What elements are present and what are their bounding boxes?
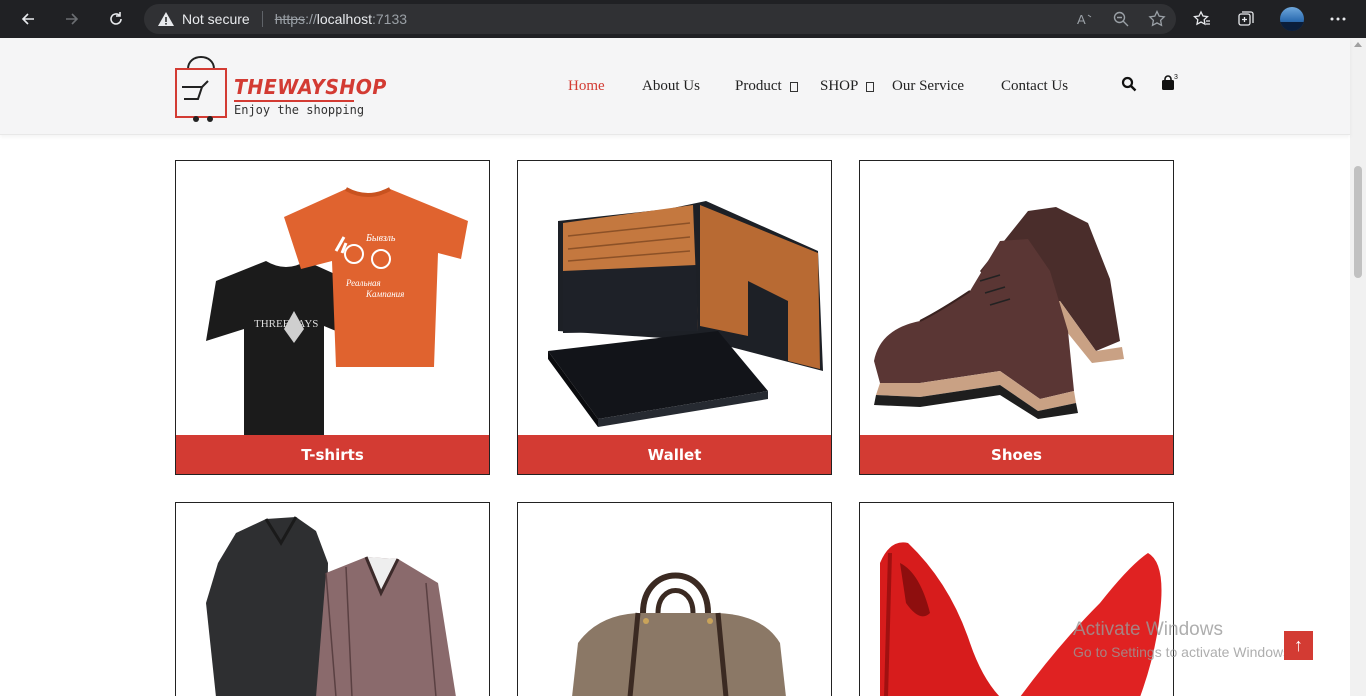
category-card-wallet[interactable]: Wallet — [517, 160, 832, 475]
category-card-shoes[interactable]: Shoes — [859, 160, 1174, 475]
category-card-tshirts[interactable]: THREEDAYS Бывзль Реальная Кампания T-shi… — [175, 160, 490, 475]
site-logo[interactable]: THEWAYSHOP Enjoy the shopping — [174, 49, 386, 125]
arrow-left-icon — [21, 13, 34, 25]
zoom-out-icon[interactable] — [1112, 10, 1130, 28]
wallet-icon — [548, 201, 823, 427]
nav-contact-us[interactable]: Contact Us — [1001, 78, 1068, 95]
url-scheme: https — [274, 11, 306, 27]
shirt-icon — [206, 516, 456, 696]
watermark-subtitle: Go to Settings to activate Windows. — [1073, 644, 1294, 660]
watermark-title: Activate Windows — [1073, 619, 1223, 640]
dropdown-caret-icon — [866, 81, 875, 92]
svg-text:Бывзль: Бывзль — [365, 233, 396, 244]
category-label[interactable]: Wallet — [518, 435, 831, 474]
nav-our-service[interactable]: Our Service — [892, 78, 964, 95]
tshirts-image: THREEDAYS Бывзль Реальная Кампания — [176, 161, 489, 435]
category-card-bags[interactable] — [517, 502, 832, 696]
arrow-up-icon: ↑ — [1294, 635, 1303, 655]
address-bar[interactable]: Not secure https://localhost:7133 A — [144, 4, 1176, 34]
url-sep: :// — [305, 11, 317, 27]
arrow-right-icon — [66, 13, 79, 25]
logo-text: THEWAYSHOP Enjoy the shopping — [234, 75, 395, 117]
nav-shop[interactable]: SHOP — [820, 78, 875, 95]
bag-image — [518, 503, 831, 696]
shirts-image — [176, 503, 489, 696]
shoes-icon — [874, 207, 1124, 419]
search-icon[interactable] — [1121, 76, 1137, 92]
cart-count-badge: 3 — [1174, 74, 1178, 81]
svg-text:A: A — [1077, 12, 1086, 27]
svg-text:Кампания: Кампания — [365, 289, 404, 299]
favorites-icon[interactable] — [1193, 10, 1211, 28]
favorite-add-icon[interactable] — [1148, 10, 1166, 28]
shopping-bag-logo-icon — [175, 56, 227, 122]
site-header: THEWAYSHOP Enjoy the shopping Home About… — [0, 38, 1350, 135]
wallet-image — [518, 161, 831, 435]
handbag-icon — [572, 572, 786, 696]
back-button[interactable] — [14, 5, 42, 33]
shoes-image — [860, 161, 1173, 435]
profile-avatar[interactable] — [1280, 7, 1304, 31]
category-label[interactable]: T-shirts — [176, 435, 489, 474]
browser-toolbar: Not secure https://localhost:7133 A — [0, 0, 1366, 38]
warning-icon — [158, 12, 174, 26]
nav-shop-label: SHOP — [820, 78, 859, 94]
windows-activation-watermark: Activate Windows Go to Settings to activ… — [1073, 619, 1294, 660]
forward-button[interactable] — [58, 5, 86, 33]
nav-product[interactable]: Product — [735, 78, 798, 95]
more-options-icon[interactable] — [1329, 10, 1347, 28]
page-scrollbar[interactable] — [1350, 38, 1366, 696]
collections-icon[interactable] — [1237, 10, 1255, 28]
dropdown-caret-icon — [789, 81, 798, 92]
high-heel-icon — [880, 542, 1162, 696]
tshirt-icon: THREEDAYS Бывзль Реальная Кампания — [206, 187, 468, 435]
category-card-heels[interactable] — [859, 502, 1174, 696]
address-bar-icons: A — [1076, 10, 1166, 28]
nav-home[interactable]: Home — [568, 78, 605, 95]
read-aloud-icon[interactable]: A — [1076, 10, 1094, 28]
category-label[interactable]: Shoes — [860, 435, 1173, 474]
refresh-icon — [110, 12, 122, 25]
logo-underline — [234, 100, 354, 102]
back-to-top-button[interactable]: ↑ — [1284, 631, 1313, 660]
nav-about-us[interactable]: About Us — [642, 78, 700, 95]
security-label[interactable]: Not secure — [182, 11, 250, 27]
category-card-shirts[interactable] — [175, 502, 490, 696]
url-host: localhost — [316, 11, 372, 27]
url-text[interactable]: https://localhost:7133 — [275, 11, 407, 27]
nav-product-label: Product — [735, 78, 782, 94]
scroll-up-arrow-icon[interactable] — [1354, 42, 1362, 47]
logo-tagline: Enjoy the shopping — [234, 103, 365, 117]
heels-image — [860, 503, 1173, 696]
svg-text:Реальная: Реальная — [345, 278, 381, 288]
url-port: :7133 — [372, 11, 408, 27]
address-separator — [261, 11, 263, 27]
scroll-thumb[interactable] — [1354, 166, 1362, 278]
refresh-button[interactable] — [102, 5, 130, 33]
logo-title: THEWAYSHOP — [234, 75, 387, 99]
